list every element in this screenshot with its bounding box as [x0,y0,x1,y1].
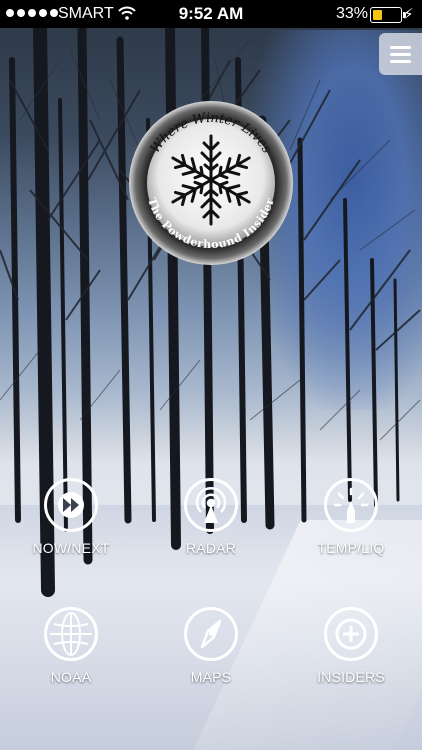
plus-icon [324,607,378,661]
noaa-label: NOAA [50,669,92,685]
charging-icon: ⚡ [403,6,414,23]
compass-icon [184,607,238,661]
radar-label: RADAR [185,540,236,556]
hamburger-menu-icon[interactable] [379,33,422,75]
gauge-icon [324,478,378,532]
fast-forward-icon [44,478,98,532]
insiders-label: INSIDERS [317,669,385,685]
powderhound-insider-logo: Where Winter Lives The Powderhound Insid… [129,101,293,265]
noaa-button[interactable]: NOAA [11,607,131,685]
battery-icon [370,7,406,23]
insiders-button[interactable]: INSIDERS [291,607,411,685]
maps-label: MAPS [190,669,232,685]
temp-liq-button[interactable]: TEMP/LIQ [291,478,411,556]
maps-button[interactable]: MAPS [151,607,271,685]
radar-button[interactable]: RADAR [151,478,271,556]
temp-liq-label: TEMP/LIQ [317,540,385,556]
globe-icon [44,607,98,661]
status-bar: SMART 9:52 AM 33% ⚡ [0,0,422,28]
battery-percent: 33% [336,5,369,22]
now-next-button[interactable]: NOW/NEXT [11,478,131,556]
now-next-label: NOW/NEXT [32,540,110,556]
radar-icon [184,478,238,532]
